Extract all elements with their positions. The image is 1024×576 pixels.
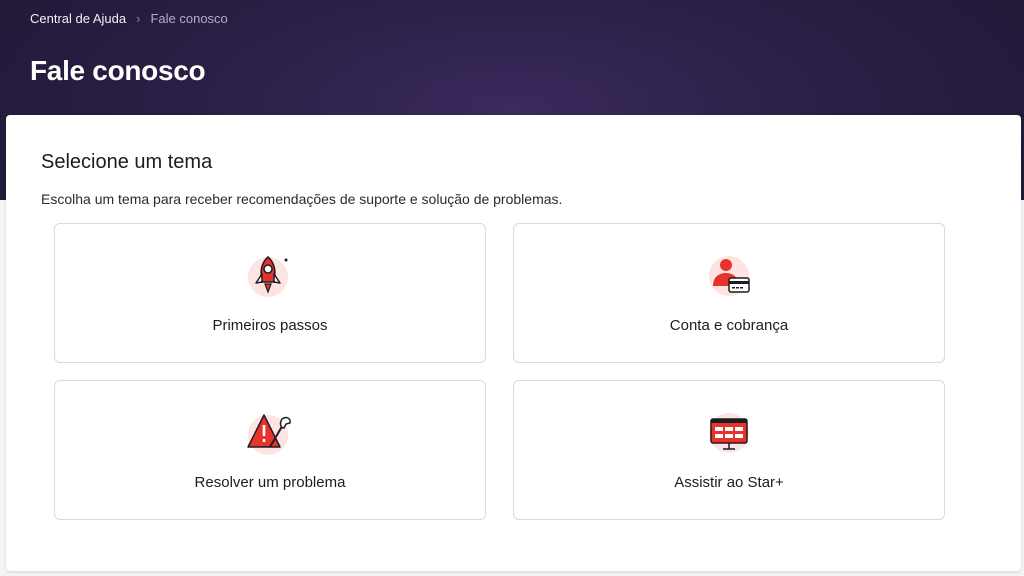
topic-label: Resolver um problema: [194, 474, 346, 491]
account-billing-icon: [709, 256, 750, 296]
topic-label: Primeiros passos: [212, 317, 328, 334]
topic-selection-card: Selecione um tema Escolha um tema para r…: [6, 115, 1021, 571]
breadcrumb: Central de Ajuda › Fale conosco: [30, 11, 228, 26]
topic-card-account-billing[interactable]: Conta e cobrança: [513, 223, 945, 363]
topic-label: Assistir ao Star+: [674, 474, 784, 491]
breadcrumb-current: Fale conosco: [150, 11, 228, 26]
tv-screen-icon: [709, 413, 749, 453]
rocket-icon: [248, 256, 288, 297]
page-title: Fale conosco: [30, 55, 206, 86]
topic-card-troubleshoot[interactable]: Resolver um problema: [54, 380, 486, 520]
chevron-right-icon: ›: [136, 11, 141, 26]
section-title: Selecione um tema: [41, 151, 213, 173]
topic-card-watch-star-plus[interactable]: Assistir ao Star+: [513, 380, 945, 520]
section-description: Escolha um tema para receber recomendaçõ…: [41, 191, 563, 207]
topic-label: Conta e cobrança: [669, 317, 789, 334]
topic-card-getting-started[interactable]: Primeiros passos: [54, 223, 486, 363]
warning-wrench-icon: [247, 414, 291, 455]
breadcrumb-home-link[interactable]: Central de Ajuda: [30, 11, 126, 26]
